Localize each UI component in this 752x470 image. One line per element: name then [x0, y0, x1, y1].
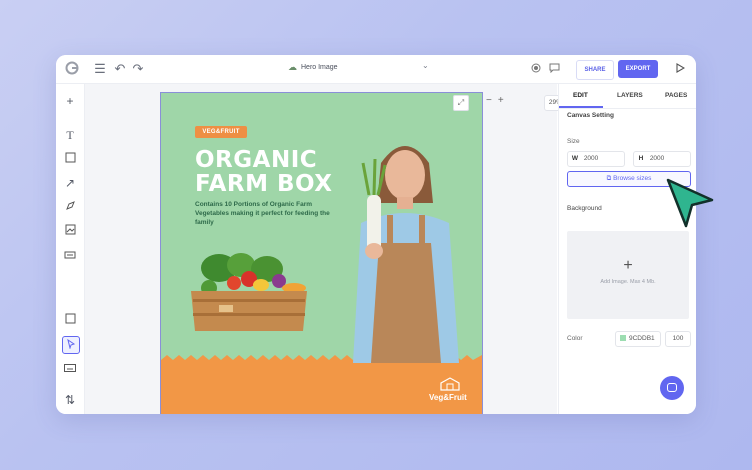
opacity-value: 100 [672, 335, 684, 342]
height-value: 2000 [649, 155, 665, 162]
browse-sizes-label: Browse sizes [613, 175, 652, 182]
color-label: Color [567, 335, 583, 342]
pen-tool-icon[interactable] [62, 199, 78, 215]
canvas-setting-title: Canvas Setting [567, 112, 614, 119]
record-icon[interactable] [528, 61, 544, 77]
color-hex-value: 9CDDB1 [629, 335, 655, 342]
image-tool-icon[interactable] [62, 223, 78, 239]
width-value: 2000 [583, 155, 599, 162]
shape-tool-icon[interactable] [62, 151, 78, 167]
width-key: W [571, 155, 579, 162]
cloud-icon: ☁ [288, 62, 297, 72]
media-tool-icon[interactable] [62, 247, 78, 263]
chat-icon [667, 383, 677, 392]
vegetable-crate-image[interactable] [179, 243, 329, 343]
fit-screen-icon[interactable]: ⤢ [453, 95, 469, 111]
menu-icon[interactable]: ☰ [92, 61, 108, 77]
color-hex-field[interactable]: 9CDDB1 [615, 331, 661, 347]
comment-icon[interactable] [546, 61, 562, 77]
artboard-bottom-band [161, 363, 482, 414]
add-icon[interactable]: + [62, 93, 78, 109]
image-upload-area[interactable]: + Add Image. Max 4 Mb. [567, 231, 689, 319]
editor-window: ☰ ↶ ↷ ☁ Hero Image ⌄ SHARE EXPORT + T ↗ [56, 55, 696, 414]
artboard[interactable]: VEG&FRUIT ORGANIC FARM BOX Contains 10 P… [160, 92, 483, 414]
height-key: H [638, 155, 644, 162]
tab-pages[interactable]: PAGES [665, 92, 687, 99]
opacity-field[interactable]: 100 [665, 331, 691, 347]
panel-tabs: EDIT LAYERS PAGES [559, 84, 696, 109]
chat-support-button[interactable] [660, 376, 684, 400]
background-label: Background [567, 205, 602, 212]
chevron-down-icon[interactable]: ⌄ [422, 61, 429, 70]
size-label: Size [567, 138, 580, 145]
export-button[interactable]: EXPORT [618, 60, 658, 78]
share-button[interactable]: SHARE [576, 60, 614, 80]
undo-icon[interactable]: ↶ [112, 61, 128, 77]
headline-line-1: ORGANIC [195, 147, 318, 173]
zoom-in-icon[interactable]: + [498, 95, 504, 106]
color-swatch[interactable] [620, 335, 626, 342]
height-field[interactable]: H 2000 [633, 151, 691, 167]
document-title[interactable]: ☁ Hero Image [288, 62, 338, 73]
sliders-icon[interactable]: ⇅ [62, 392, 78, 408]
keyboard-icon[interactable] [62, 360, 78, 376]
upload-hint: Add Image. Max 4 Mb. [600, 279, 656, 285]
left-toolbar: + T ↗ ⇅ [56, 84, 85, 414]
active-tab-indicator [559, 106, 603, 108]
browse-icon: ⧉ [606, 175, 612, 182]
play-icon[interactable] [672, 61, 688, 77]
tab-layers[interactable]: LAYERS [617, 92, 643, 99]
document-title-label: Hero Image [301, 64, 338, 71]
tab-edit[interactable]: EDIT [573, 92, 588, 99]
frame-icon[interactable] [62, 312, 78, 328]
farmer-woman-image[interactable] [341, 133, 471, 363]
pointer-cursor-icon [666, 178, 714, 228]
zoom-controls: − + [486, 95, 504, 106]
properties-panel: EDIT LAYERS PAGES Canvas Setting Size W … [558, 84, 696, 414]
text-tool-icon[interactable]: T [62, 127, 78, 143]
app-logo-icon[interactable] [64, 61, 80, 77]
top-bar: ☰ ↶ ↷ ☁ Hero Image ⌄ SHARE EXPORT [56, 55, 696, 84]
arrow-tool-icon[interactable]: ↗ [62, 175, 78, 191]
subtitle-text[interactable]: Contains 10 Portions of Organic Farm Veg… [195, 200, 345, 227]
brand-name[interactable]: Veg&Fruit [429, 393, 467, 402]
headline[interactable]: ORGANIC FARM BOX [195, 148, 332, 196]
headline-line-2: FARM BOX [195, 171, 333, 197]
width-field[interactable]: W 2000 [567, 151, 625, 167]
barn-logo-icon [440, 377, 460, 391]
zoom-out-icon[interactable]: − [486, 95, 492, 106]
select-tool-icon[interactable] [62, 336, 80, 354]
brand-tag[interactable]: VEG&FRUIT [195, 126, 247, 138]
plus-icon: + [623, 257, 633, 274]
redo-icon[interactable]: ↷ [130, 61, 146, 77]
